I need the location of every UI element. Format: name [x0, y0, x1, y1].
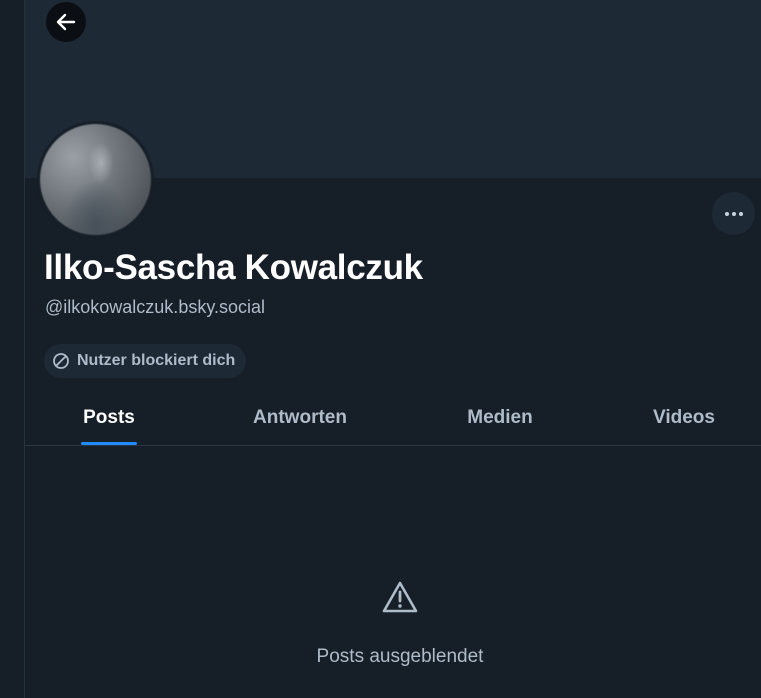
- tab-medien[interactable]: Medien: [450, 390, 550, 446]
- profile-display-name: Ilko-Sascha Kowalczuk: [44, 248, 423, 287]
- more-options-button[interactable]: [712, 192, 755, 235]
- left-gutter: [0, 0, 24, 698]
- block-status-badge: Nutzer blockiert dich: [44, 344, 247, 378]
- tab-videos[interactable]: Videos: [639, 390, 729, 446]
- avatar[interactable]: [37, 121, 154, 238]
- back-button[interactable]: [46, 2, 86, 42]
- profile-tabs: Posts Antworten Medien Videos: [25, 390, 761, 446]
- tab-antworten[interactable]: Antworten: [240, 390, 360, 446]
- tab-posts[interactable]: Posts: [77, 390, 141, 446]
- active-tab-indicator: [81, 442, 137, 445]
- arrow-left-icon: [56, 13, 76, 31]
- empty-feed-message: Posts ausgeblendet: [316, 646, 484, 667]
- profile-handle: @ilkokowalczuk.bsky.social: [45, 297, 266, 317]
- warning-icon: [382, 581, 418, 613]
- ellipsis-icon: [724, 211, 743, 216]
- block-status-label: Nutzer blockiert dich: [77, 352, 236, 369]
- block-icon: [53, 353, 69, 369]
